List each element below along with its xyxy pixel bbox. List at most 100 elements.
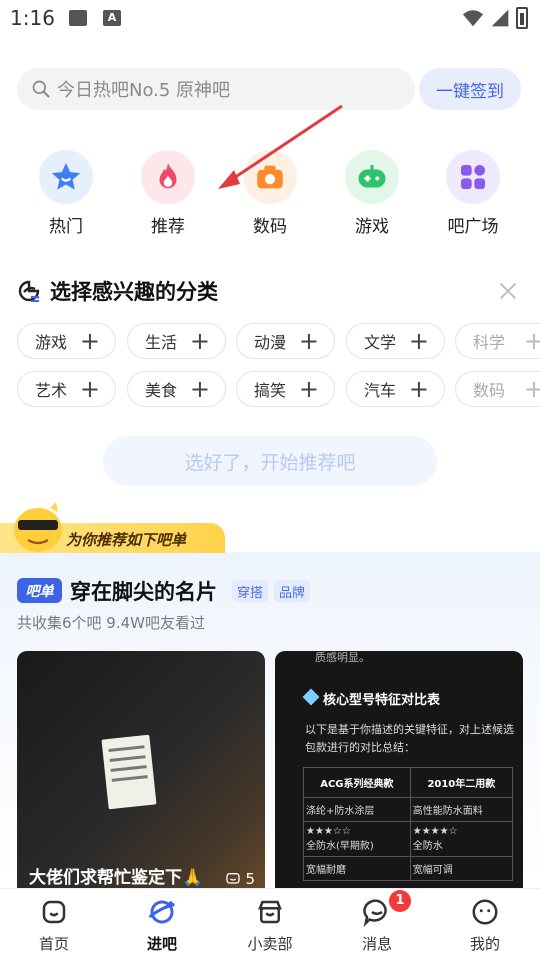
close-icon[interactable] bbox=[497, 280, 519, 302]
plus-icon: + bbox=[298, 327, 319, 355]
table-cell: ★★★☆☆ 全防水(早期款) bbox=[303, 821, 411, 857]
chip-label: 生活 bbox=[145, 333, 178, 352]
text-icon: A bbox=[103, 10, 121, 26]
chip-life[interactable]: 生活 + bbox=[127, 323, 226, 359]
table-header: ACG系列经典款 bbox=[303, 767, 411, 798]
category-label: 数码 bbox=[253, 217, 287, 237]
category-label: 游戏 bbox=[355, 217, 389, 237]
table-header: 2010年二用款 bbox=[409, 767, 514, 798]
comment-count: 5 bbox=[225, 870, 255, 888]
annotation-arrow-icon bbox=[218, 104, 343, 189]
table-cell: 高性能防水面料 bbox=[409, 797, 514, 822]
topic-subtitle: 共收集6个吧 9.4W吧友看过 bbox=[17, 614, 205, 632]
plus-icon: + bbox=[523, 375, 540, 403]
chip-label: 游戏 bbox=[35, 333, 68, 352]
plus-icon: + bbox=[79, 327, 100, 355]
table-cell: 宽幅耐磨 bbox=[303, 856, 411, 881]
chip-label: 文学 bbox=[364, 333, 397, 352]
home-icon bbox=[42, 900, 66, 924]
card-heading: 核心型号特征对比表 bbox=[323, 693, 441, 708]
topic-title[interactable]: 穿在脚尖的名片 bbox=[70, 576, 217, 606]
category-label: 热门 bbox=[49, 217, 83, 237]
post-card-left[interactable]: 大佬们求帮忙鉴定下🙏 5 bbox=[17, 651, 265, 888]
nav-label: 消息 bbox=[361, 935, 392, 953]
category-hot[interactable]: 热门 bbox=[31, 150, 101, 237]
interest-title: 选择感兴趣的分类 bbox=[50, 280, 218, 304]
wifi-icon bbox=[462, 10, 484, 27]
diamond-icon bbox=[302, 688, 320, 706]
post-card-right[interactable]: 质感明显。 核心型号特征对比表 以下是基于你描述的关键特征，对上述候选包款进行的… bbox=[275, 651, 523, 888]
card-paragraph: 以下是基于你描述的关键特征，对上述候选包款进行的对比总结： bbox=[305, 723, 514, 754]
nav-home[interactable]: 首页 bbox=[19, 897, 89, 954]
nav-label: 小卖部 bbox=[247, 935, 293, 953]
topic-badge[interactable]: 穿搭 bbox=[232, 580, 269, 602]
category-square[interactable]: 吧广场 bbox=[438, 150, 508, 237]
shoe-label-image bbox=[101, 734, 157, 810]
topic-tag: 吧单 bbox=[17, 578, 62, 603]
table-row: 涤纶+防水涂层 高性能防水面料 bbox=[303, 797, 514, 822]
chip-games[interactable]: 游戏 + bbox=[17, 323, 116, 359]
chip-label: 美食 bbox=[145, 381, 178, 400]
plus-icon: + bbox=[189, 327, 210, 355]
flame-icon bbox=[141, 150, 195, 204]
chip-label: 数码 bbox=[473, 381, 506, 400]
nav-enter-bar[interactable]: 进吧 bbox=[127, 897, 197, 954]
star-icon bbox=[39, 150, 93, 204]
chip-label: 汽车 bbox=[364, 381, 397, 400]
status-time: 1:16 bbox=[10, 6, 55, 30]
one-click-signin-button[interactable]: 一键签到 bbox=[419, 68, 521, 110]
chip-cars[interactable]: 汽车 + bbox=[346, 371, 445, 407]
message-icon bbox=[363, 899, 387, 928]
plus-icon: + bbox=[408, 327, 429, 355]
chip-label: 科学 bbox=[473, 333, 506, 352]
plus-icon: + bbox=[189, 375, 210, 403]
shop-icon bbox=[258, 900, 282, 924]
plus-icon: + bbox=[79, 375, 100, 403]
status-bar: 1:16 A bbox=[0, 0, 540, 38]
card-title: 大佬们求帮忙鉴定下🙏 bbox=[29, 868, 204, 888]
chip-digital[interactable]: 数码 + bbox=[455, 371, 540, 407]
search-icon bbox=[32, 80, 50, 98]
chip-science[interactable]: 科学 + bbox=[455, 323, 540, 359]
nav-label: 进吧 bbox=[146, 935, 177, 953]
mascot-icon bbox=[14, 502, 62, 552]
recommend-banner-text: 为你推荐如下吧单 bbox=[66, 531, 187, 549]
comment-icon bbox=[226, 873, 241, 884]
category-label: 吧广场 bbox=[447, 217, 499, 237]
plus-icon: + bbox=[408, 375, 429, 403]
profile-icon bbox=[472, 899, 498, 925]
interest-icon bbox=[18, 280, 40, 302]
table-cell: ★★★★☆ 全防水 bbox=[409, 821, 514, 857]
nav-label: 我的 bbox=[469, 935, 500, 953]
category-recommend[interactable]: 推荐 bbox=[133, 150, 203, 237]
chip-literature[interactable]: 文学 + bbox=[346, 323, 445, 359]
chip-label: 搞笑 bbox=[254, 381, 287, 400]
bottom-nav: 首页 进吧 小卖部 消息 我的 bbox=[0, 888, 540, 960]
start-recommend-button[interactable]: 选好了，开始推荐吧 bbox=[103, 436, 437, 486]
chip-label: 动漫 bbox=[254, 333, 287, 352]
topic-badge[interactable]: 品牌 bbox=[274, 580, 311, 602]
status-icons bbox=[462, 6, 528, 30]
chip-food[interactable]: 美食 + bbox=[127, 371, 226, 407]
category-label: 推荐 bbox=[151, 217, 185, 237]
chip-label: 艺术 bbox=[35, 381, 68, 400]
battery-charging-icon bbox=[516, 7, 528, 29]
plus-icon: + bbox=[523, 327, 540, 355]
table-cell: 宽幅可调 bbox=[409, 856, 514, 881]
table-row: ★★★☆☆ 全防水(早期款) ★★★★☆ 全防水 bbox=[303, 821, 514, 857]
card-top-text: 质感明显。 bbox=[315, 651, 370, 664]
comment-count-value: 5 bbox=[245, 870, 255, 888]
comparison-table: ACG系列经典款 2010年二用款 涤纶+防水涂层 高性能防水面料 ★★★☆☆ … bbox=[303, 767, 514, 881]
grid-icon bbox=[446, 150, 500, 204]
planet-icon bbox=[148, 900, 175, 924]
chip-anime[interactable]: 动漫 + bbox=[236, 323, 335, 359]
signal-icon bbox=[491, 9, 509, 27]
nav-shop[interactable]: 小卖部 bbox=[235, 897, 305, 954]
table-cell: 涤纶+防水涂层 bbox=[303, 797, 411, 822]
nav-label: 首页 bbox=[38, 935, 69, 953]
chip-art[interactable]: 艺术 + bbox=[17, 371, 116, 407]
nav-profile[interactable]: 我的 bbox=[450, 897, 520, 954]
chip-funny[interactable]: 搞笑 + bbox=[236, 371, 335, 407]
photo-icon bbox=[69, 10, 87, 26]
table-row: 宽幅耐磨 宽幅可调 bbox=[303, 856, 514, 881]
